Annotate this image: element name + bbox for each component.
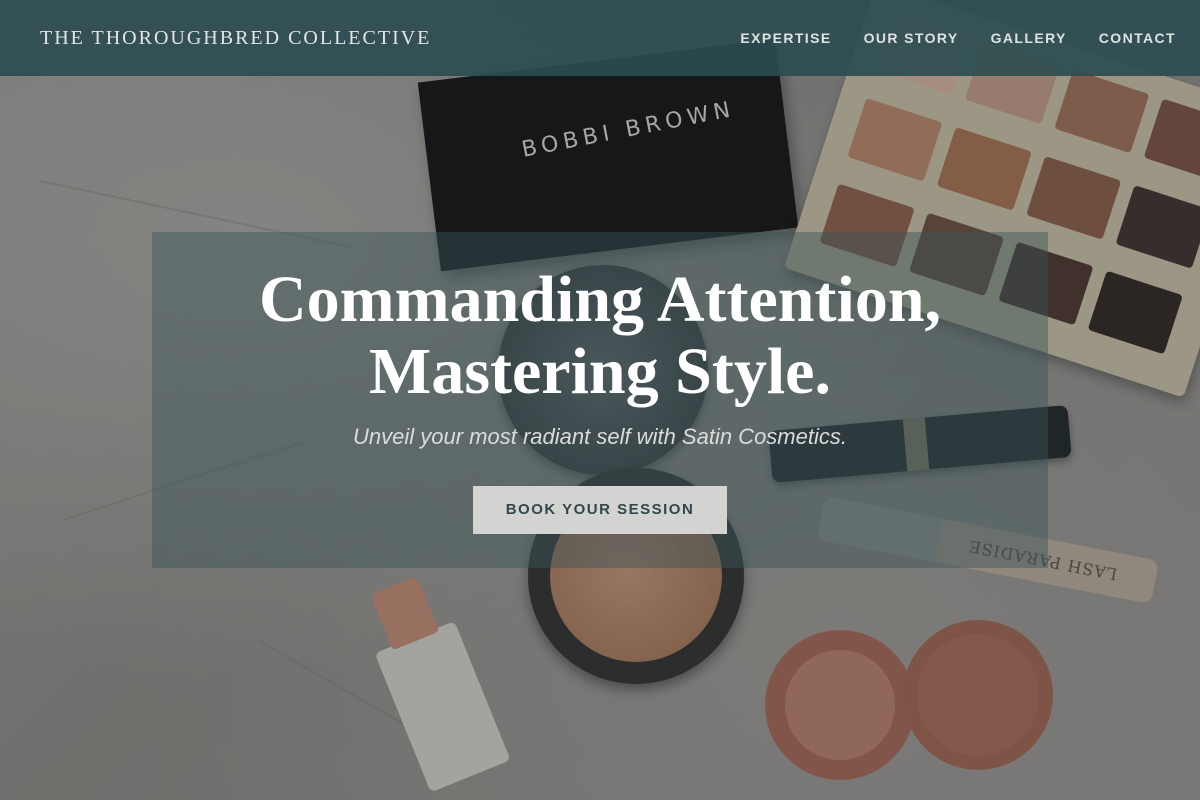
nav-link-our-story[interactable]: OUR STORY bbox=[864, 30, 959, 46]
hero-headline: Commanding Attention, Mastering Style. bbox=[152, 264, 1048, 408]
hero-subheadline: Unveil your most radiant self with Satin… bbox=[353, 424, 847, 449]
brand-logo[interactable]: THE THOROUGHBRED COLLECTIVE bbox=[40, 27, 431, 50]
nav-link-gallery[interactable]: GALLERY bbox=[991, 30, 1067, 46]
hero-headline-line-1: Commanding Attention, bbox=[258, 263, 942, 336]
site-header: THE THOROUGHBRED COLLECTIVE EXPERTISE OU… bbox=[0, 0, 1200, 76]
book-session-button[interactable]: BOOK YOUR SESSION bbox=[473, 486, 727, 534]
nav-link-contact[interactable]: CONTACT bbox=[1099, 30, 1176, 46]
nav-link-expertise[interactable]: EXPERTISE bbox=[740, 30, 831, 46]
hero-panel: Commanding Attention, Mastering Style. U… bbox=[152, 232, 1048, 568]
main-nav: EXPERTISE OUR STORY GALLERY CONTACT bbox=[740, 30, 1176, 46]
hero-headline-line-2: Mastering Style. bbox=[369, 335, 831, 408]
